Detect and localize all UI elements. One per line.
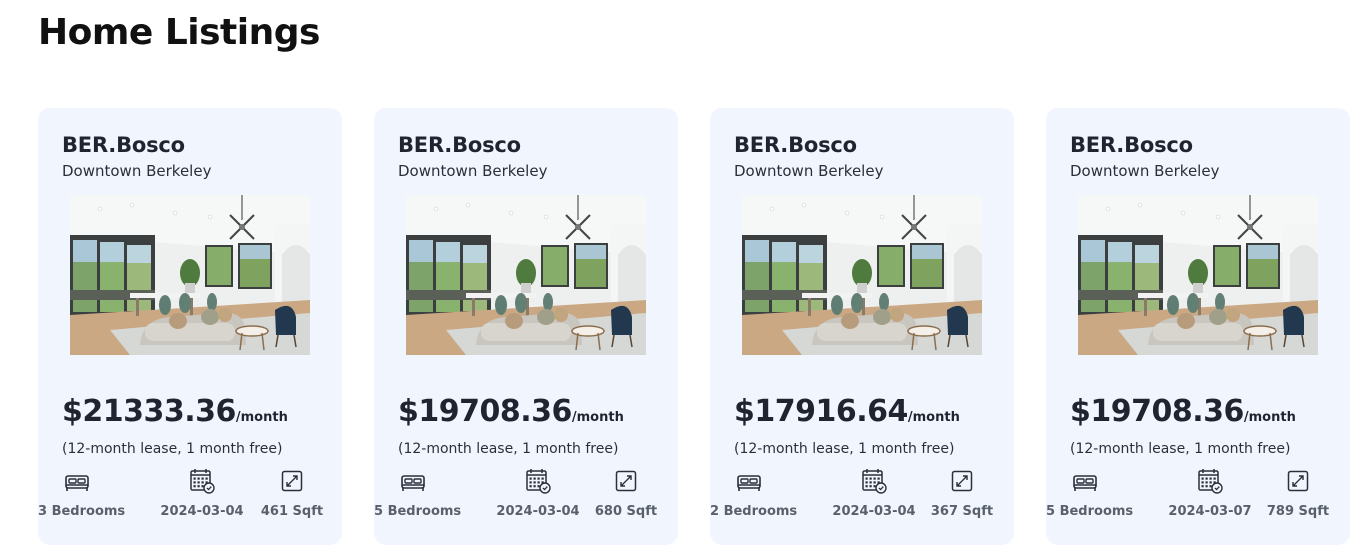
price-row: $21333.36/month <box>62 394 288 429</box>
listing-price: $19708.36 <box>398 394 572 429</box>
bedrooms-label: 5 Bedrooms <box>1046 504 1134 519</box>
price-row: $19708.36/month <box>1070 394 1296 429</box>
size-feature: 367 Sqft <box>926 466 998 519</box>
calendar-icon <box>824 466 924 496</box>
calendar-icon <box>488 466 588 496</box>
size-label: 461 Sqft <box>260 504 324 519</box>
listing-area: Downtown Berkeley <box>398 162 548 180</box>
date-label: 2024-03-04 <box>160 504 244 519</box>
expand-icon <box>1262 466 1334 496</box>
date-feature: 2024-03-07 <box>1160 466 1260 519</box>
price-unit: /month <box>907 410 960 425</box>
listing-name: BER.Bosco <box>734 133 857 157</box>
price-row: $17916.64/month <box>734 394 960 429</box>
size-feature: 461 Sqft <box>256 466 328 519</box>
size-feature: 680 Sqft <box>590 466 662 519</box>
listing-photo[interactable] <box>406 195 646 355</box>
price-row: $19708.36/month <box>398 394 624 429</box>
date-feature: 2024-03-04 <box>824 466 924 519</box>
expand-icon <box>590 466 662 496</box>
bed-icon <box>38 466 116 496</box>
date-label: 2024-03-04 <box>832 504 916 519</box>
listing-name: BER.Bosco <box>62 133 185 157</box>
bedrooms-feature: 5 Bedrooms <box>374 466 462 519</box>
expand-icon <box>256 466 328 496</box>
listing-area: Downtown Berkeley <box>1070 162 1220 180</box>
price-unit: /month <box>235 410 288 425</box>
date-feature: 2024-03-04 <box>488 466 588 519</box>
bed-icon <box>710 466 788 496</box>
size-feature: 789 Sqft <box>1262 466 1334 519</box>
size-label: 367 Sqft <box>930 504 994 519</box>
price-unit: /month <box>571 410 624 425</box>
calendar-icon <box>152 466 252 496</box>
listing-price: $19708.36 <box>1070 394 1244 429</box>
lease-terms: (12-month lease, 1 month free) <box>1070 441 1291 457</box>
lease-terms: (12-month lease, 1 month free) <box>734 441 955 457</box>
bed-icon <box>1046 466 1124 496</box>
date-label: 2024-03-07 <box>1168 504 1252 519</box>
page-title: Home Listings <box>38 12 320 53</box>
lease-terms: (12-month lease, 1 month free) <box>62 441 283 457</box>
price-unit: /month <box>1243 410 1296 425</box>
bedrooms-feature: 3 Bedrooms <box>38 466 126 519</box>
size-label: 789 Sqft <box>1266 504 1330 519</box>
bedrooms-label: 2 Bedrooms <box>710 504 798 519</box>
date-feature: 2024-03-04 <box>152 466 252 519</box>
listing-area: Downtown Berkeley <box>62 162 212 180</box>
calendar-icon <box>1160 466 1260 496</box>
listing-card[interactable]: BER.Bosco Downtown Berkeley <box>710 108 1014 545</box>
listing-name: BER.Bosco <box>1070 133 1193 157</box>
bedrooms-feature: 2 Bedrooms <box>710 466 798 519</box>
listing-price: $21333.36 <box>62 394 236 429</box>
listing-photo[interactable] <box>742 195 982 355</box>
listing-area: Downtown Berkeley <box>734 162 884 180</box>
expand-icon <box>926 466 998 496</box>
bedrooms-label: 3 Bedrooms <box>38 504 126 519</box>
date-label: 2024-03-04 <box>496 504 580 519</box>
bedrooms-feature: 5 Bedrooms <box>1046 466 1134 519</box>
listing-name: BER.Bosco <box>398 133 521 157</box>
size-label: 680 Sqft <box>594 504 658 519</box>
listing-photo[interactable] <box>1078 195 1318 355</box>
listing-card[interactable]: BER.Bosco Downtown Berkeley <box>374 108 678 545</box>
bedrooms-label: 5 Bedrooms <box>374 504 462 519</box>
listing-card[interactable]: BER.Bosco Downtown Berkeley <box>38 108 342 545</box>
listing-card[interactable]: BER.Bosco Downtown Berkeley <box>1046 108 1350 545</box>
listing-photo[interactable] <box>70 195 310 355</box>
listing-price: $17916.64 <box>734 394 908 429</box>
lease-terms: (12-month lease, 1 month free) <box>398 441 619 457</box>
bed-icon <box>374 466 452 496</box>
